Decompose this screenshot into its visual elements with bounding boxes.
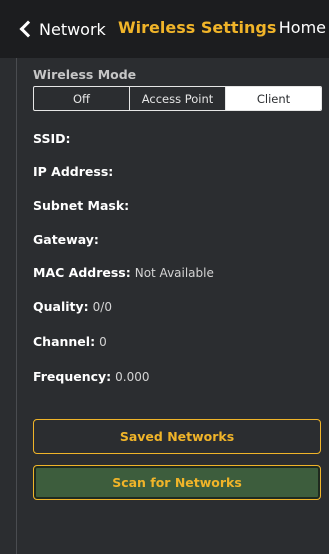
wireless-mode-label: Wireless Mode [33, 67, 137, 82]
gateway-field: Gateway: [33, 232, 99, 247]
frequency-field: Frequency: 0.000 [33, 369, 150, 384]
channel-field: Channel: 0 [33, 334, 107, 349]
saved-networks-button[interactable]: Saved Networks [33, 419, 321, 454]
field-label: Frequency: [33, 369, 112, 384]
mode-option-client[interactable]: Client [226, 87, 321, 110]
field-label: Channel: [33, 334, 96, 349]
field-label: SSID: [33, 131, 71, 146]
mode-option-access-point[interactable]: Access Point [130, 87, 226, 110]
mac-address-field: MAC Address: Not Available [33, 265, 214, 280]
field-label: Gateway: [33, 232, 99, 247]
navigation-bar: Network Wireless Settings Home [0, 0, 329, 58]
field-value: 0 [99, 335, 107, 349]
field-value: Not Available [134, 266, 214, 280]
mode-option-off[interactable]: Off [34, 87, 130, 110]
field-label: Subnet Mask: [33, 198, 130, 213]
wireless-mode-segmented-control: Off Access Point Client [33, 86, 322, 111]
scan-networks-button[interactable]: Scan for Networks [33, 465, 321, 500]
subnet-mask-field: Subnet Mask: [33, 198, 129, 213]
field-label: MAC Address: [33, 265, 131, 280]
field-value: 0.000 [115, 370, 150, 384]
ssid-field: SSID: [33, 131, 70, 146]
field-label: IP Address: [33, 164, 114, 179]
ip-address-field: IP Address: [33, 164, 113, 179]
home-button[interactable]: Home [279, 18, 326, 37]
page-title: Wireless Settings [118, 18, 277, 37]
chevron-left-icon [19, 20, 37, 38]
field-value: 0/0 [92, 300, 112, 314]
back-button-label: Network [39, 19, 106, 39]
back-button[interactable]: Network [18, 15, 106, 43]
quality-field: Quality: 0/0 [33, 299, 112, 314]
field-label: Quality: [33, 299, 89, 314]
